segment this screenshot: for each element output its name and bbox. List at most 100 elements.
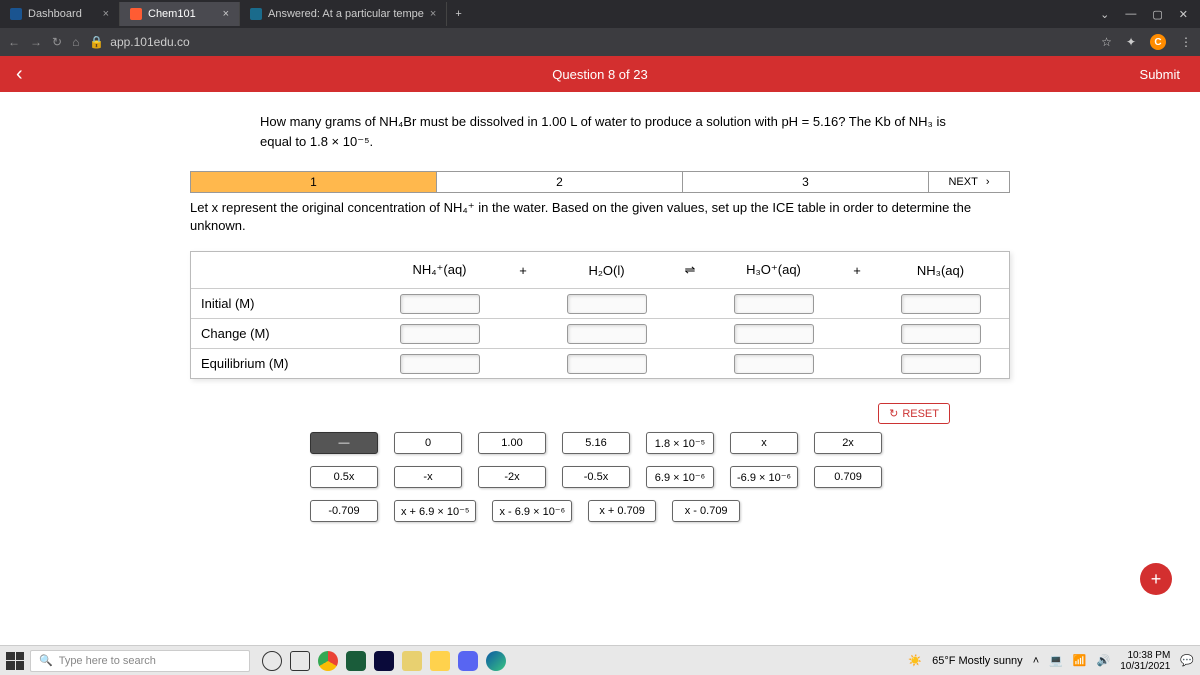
reset-button[interactable]: ↻ RESET xyxy=(878,403,950,424)
browser-tabs: Dashboard × Chem101 × Answered: At a par… xyxy=(0,0,1200,28)
chip[interactable]: 2x xyxy=(814,432,882,454)
menu-icon[interactable]: ⋮ xyxy=(1180,35,1192,49)
volume-icon[interactable]: 🔊 xyxy=(1097,654,1111,667)
ice-header: NH₄⁺(aq) + H₂O(l) ⇌ H₃O⁺(aq) + NH₃(aq) xyxy=(191,252,1009,288)
star-icon[interactable]: ☆ xyxy=(1101,35,1112,49)
tray-display-icon[interactable]: 💻 xyxy=(1049,654,1063,667)
url-display[interactable]: 🔒 app.101edu.co xyxy=(89,35,189,49)
ice-dropzone[interactable] xyxy=(734,354,814,374)
species-nh3: NH₃(aq) xyxy=(872,263,1009,278)
chip[interactable]: -x xyxy=(394,466,462,488)
step-hint: Let x represent the original concentrati… xyxy=(190,199,1010,235)
chip[interactable]: -0.709 xyxy=(310,500,378,522)
extension-icon[interactable]: ✦ xyxy=(1126,35,1136,49)
dashboard-icon xyxy=(10,8,22,20)
chip[interactable]: -6.9 × 10⁻⁶ xyxy=(730,466,798,488)
tab-dashboard[interactable]: Dashboard × xyxy=(0,2,120,26)
taskbar-tray: ☀️ 65°F Mostly sunny ˄ 💻 📶 🔊 10:38 PM 10… xyxy=(908,650,1194,672)
close-window-button[interactable]: ✕ xyxy=(1179,8,1188,21)
wifi-icon[interactable]: 📶 xyxy=(1073,654,1087,667)
ice-dropzone[interactable] xyxy=(901,294,981,314)
question-counter: Question 8 of 23 xyxy=(552,67,647,82)
url-text: app.101edu.co xyxy=(110,35,189,49)
ice-row-initial: Initial (M) xyxy=(191,288,1009,318)
chip[interactable]: -0.5x xyxy=(562,466,630,488)
submit-button[interactable]: Submit xyxy=(1120,67,1200,82)
chevron-right-icon: › xyxy=(986,176,990,188)
search-placeholder: Type here to search xyxy=(59,655,156,667)
row-label: Equilibrium (M) xyxy=(191,356,371,371)
chip[interactable]: x xyxy=(730,432,798,454)
back-button[interactable]: ← xyxy=(8,35,20,49)
discord-icon[interactable] xyxy=(458,651,478,671)
step-2[interactable]: 2 xyxy=(437,172,683,192)
tab-chem101[interactable]: Chem101 × xyxy=(120,2,240,26)
app-icon[interactable] xyxy=(346,651,366,671)
row-label: Change (M) xyxy=(191,326,371,341)
chip[interactable]: 5.16 xyxy=(562,432,630,454)
weather-text[interactable]: 65°F Mostly sunny xyxy=(932,655,1023,667)
ice-dropzone[interactable] xyxy=(901,324,981,344)
ice-dropzone[interactable] xyxy=(901,354,981,374)
bartleby-icon xyxy=(250,8,262,20)
close-icon[interactable]: × xyxy=(103,8,109,20)
new-tab-button[interactable]: + xyxy=(447,8,469,20)
file-explorer-icon[interactable] xyxy=(430,651,450,671)
dropdown-icon[interactable]: ⌄ xyxy=(1100,8,1109,21)
reset-label: RESET xyxy=(902,408,939,420)
close-icon[interactable]: × xyxy=(223,8,229,20)
plus-sym: + xyxy=(842,263,872,278)
close-icon[interactable]: × xyxy=(430,8,436,20)
ice-dropzone[interactable] xyxy=(734,324,814,344)
chip[interactable]: x - 0.709 xyxy=(672,500,740,522)
chip[interactable]: — xyxy=(310,432,378,454)
next-step-button[interactable]: NEXT › xyxy=(929,172,1009,192)
step-1[interactable]: 1 xyxy=(191,172,437,192)
chip[interactable]: 0 xyxy=(394,432,462,454)
tab-answered[interactable]: Answered: At a particular tempe × xyxy=(240,2,447,26)
ice-dropzone[interactable] xyxy=(567,294,647,314)
taskview-icon[interactable] xyxy=(290,651,310,671)
clock[interactable]: 10:38 PM 10/31/2021 xyxy=(1120,650,1170,672)
edge-icon[interactable] xyxy=(486,651,506,671)
question-back-button[interactable]: ‹ xyxy=(0,63,39,86)
step-3[interactable]: 3 xyxy=(683,172,929,192)
chip[interactable]: 6.9 × 10⁻⁶ xyxy=(646,466,714,488)
reload-button[interactable]: ↻ xyxy=(52,35,62,49)
question-bar: ‹ Question 8 of 23 Submit xyxy=(0,56,1200,92)
app-icon[interactable] xyxy=(374,651,394,671)
chip[interactable]: 0.5x xyxy=(310,466,378,488)
add-fab[interactable]: + xyxy=(1140,563,1172,595)
tab-label: Answered: At a particular tempe xyxy=(268,8,424,20)
taskbar-search[interactable]: 🔍 Type here to search xyxy=(30,650,250,672)
chip[interactable]: 1.00 xyxy=(478,432,546,454)
species-h2o: H₂O(l) xyxy=(538,263,675,278)
chip[interactable]: x + 6.9 × 10⁻⁵ xyxy=(394,500,476,522)
home-button[interactable]: ⌂ xyxy=(72,35,79,49)
start-button[interactable] xyxy=(6,652,24,670)
ice-dropzone[interactable] xyxy=(567,354,647,374)
ice-dropzone[interactable] xyxy=(734,294,814,314)
ice-dropzone[interactable] xyxy=(400,294,480,314)
maximize-button[interactable]: ▢ xyxy=(1152,8,1162,21)
chip[interactable]: x - 6.9 × 10⁻⁶ xyxy=(492,500,572,522)
chip[interactable]: x + 0.709 xyxy=(588,500,656,522)
notifications-icon[interactable]: 💬 xyxy=(1180,654,1194,667)
weather-icon[interactable]: ☀️ xyxy=(908,654,922,667)
chip[interactable]: 0.709 xyxy=(814,466,882,488)
cortana-icon[interactable] xyxy=(262,651,282,671)
tray-chevron-icon[interactable]: ˄ xyxy=(1033,655,1039,667)
time-text: 10:38 PM xyxy=(1120,650,1170,661)
chrome-icon[interactable] xyxy=(318,651,338,671)
next-label: NEXT xyxy=(948,176,977,188)
question-text: How many grams of NH₄Br must be dissolve… xyxy=(220,112,980,151)
chip[interactable]: 1.8 × 10⁻⁵ xyxy=(646,432,714,454)
ice-dropzone[interactable] xyxy=(400,354,480,374)
ice-dropzone[interactable] xyxy=(400,324,480,344)
profile-icon[interactable]: C xyxy=(1150,34,1166,50)
minimize-button[interactable]: — xyxy=(1125,8,1136,21)
chip[interactable]: -2x xyxy=(478,466,546,488)
ice-dropzone[interactable] xyxy=(567,324,647,344)
app-icon[interactable] xyxy=(402,651,422,671)
forward-button[interactable]: → xyxy=(30,35,42,49)
